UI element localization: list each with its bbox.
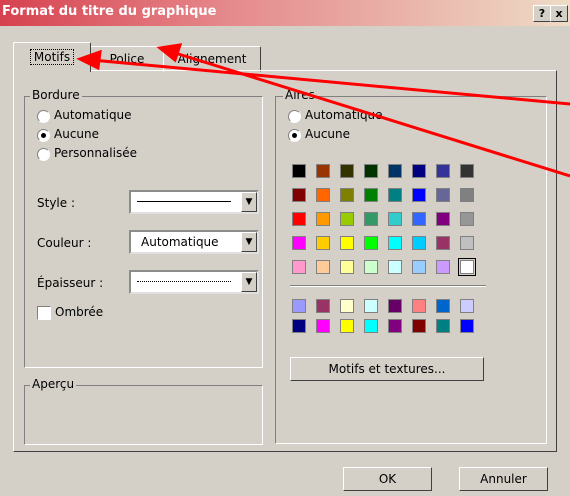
line-style-preview xyxy=(137,201,231,202)
color-swatch[interactable] xyxy=(292,260,306,274)
color-swatch[interactable] xyxy=(292,188,306,202)
radio-bordure-personnalisee[interactable] xyxy=(37,148,50,161)
radio-bordure-automatique-label: Automatique xyxy=(54,108,132,122)
color-swatch[interactable] xyxy=(436,212,450,226)
color-swatch[interactable] xyxy=(316,212,330,226)
color-swatch[interactable] xyxy=(388,212,402,226)
color-swatch[interactable] xyxy=(460,188,474,202)
ok-button[interactable]: OK xyxy=(343,467,432,491)
color-swatch[interactable] xyxy=(436,319,450,333)
color-swatch[interactable] xyxy=(388,260,402,274)
color-swatch[interactable] xyxy=(292,164,306,178)
color-swatch[interactable] xyxy=(364,188,378,202)
tab-motifs-label: Motifs xyxy=(29,49,75,65)
tab-alignement-label: Alignement xyxy=(177,52,247,66)
radio-aires-automatique-label: Automatique xyxy=(305,108,383,122)
color-swatch[interactable] xyxy=(340,164,354,178)
color-swatch[interactable] xyxy=(388,164,402,178)
close-button[interactable]: x xyxy=(550,5,568,22)
color-swatch[interactable] xyxy=(364,299,378,313)
thickness-preview xyxy=(137,281,231,282)
color-swatch[interactable] xyxy=(316,164,330,178)
color-swatch[interactable] xyxy=(412,212,426,226)
color-swatch[interactable] xyxy=(364,164,378,178)
epaisseur-dropdown-arrow-icon[interactable]: ▼ xyxy=(241,272,257,292)
color-swatch[interactable] xyxy=(316,260,330,274)
color-swatch[interactable] xyxy=(316,188,330,202)
apercu-group xyxy=(24,385,263,445)
color-swatch[interactable] xyxy=(340,236,354,250)
style-select[interactable]: ▼ xyxy=(129,190,259,214)
color-swatch[interactable] xyxy=(436,260,450,274)
radio-aires-aucune[interactable] xyxy=(288,129,301,142)
ombree-label: Ombrée xyxy=(55,305,104,319)
color-swatch[interactable] xyxy=(316,319,330,333)
color-swatch[interactable] xyxy=(412,188,426,202)
color-swatch[interactable] xyxy=(460,299,474,313)
radio-bordure-aucune[interactable] xyxy=(37,129,50,142)
tab-motifs[interactable]: Motifs xyxy=(13,42,91,72)
color-swatch[interactable] xyxy=(460,236,474,250)
color-swatch[interactable] xyxy=(316,236,330,250)
color-swatch[interactable] xyxy=(436,236,450,250)
color-swatch[interactable] xyxy=(388,319,402,333)
couleur-dropdown-arrow-icon[interactable]: ▼ xyxy=(241,232,257,252)
aires-legend: Aires xyxy=(283,88,317,102)
color-swatch[interactable] xyxy=(460,319,474,333)
color-swatch[interactable] xyxy=(292,212,306,226)
color-swatch[interactable] xyxy=(292,319,306,333)
couleur-label: Couleur : xyxy=(37,236,92,250)
radio-bordure-personnalisee-label: Personnalisée xyxy=(54,146,137,160)
color-swatch[interactable] xyxy=(364,236,378,250)
color-swatch[interactable] xyxy=(458,258,476,276)
apercu-legend: Aperçu xyxy=(30,377,77,391)
chart-color-palette xyxy=(290,297,486,337)
color-swatch[interactable] xyxy=(340,188,354,202)
color-swatch[interactable] xyxy=(460,164,474,178)
color-swatch[interactable] xyxy=(412,164,426,178)
color-swatch[interactable] xyxy=(292,236,306,250)
color-swatch[interactable] xyxy=(436,188,450,202)
color-swatch[interactable] xyxy=(364,319,378,333)
color-swatch[interactable] xyxy=(340,299,354,313)
color-swatch[interactable] xyxy=(292,299,306,313)
color-swatch[interactable] xyxy=(364,212,378,226)
cancel-button[interactable]: Annuler xyxy=(459,467,548,491)
tab-police-label: Police xyxy=(109,52,145,66)
color-swatch[interactable] xyxy=(460,212,474,226)
ombree-checkbox[interactable] xyxy=(37,306,51,320)
title-bar[interactable]: Format du titre du graphique ? x xyxy=(0,0,570,26)
color-swatch[interactable] xyxy=(340,319,354,333)
help-button[interactable]: ? xyxy=(533,5,551,22)
radio-bordure-aucune-label: Aucune xyxy=(54,127,100,141)
radio-bordure-automatique[interactable] xyxy=(37,110,50,123)
motifs-textures-button[interactable]: Motifs et textures... xyxy=(290,357,484,381)
epaisseur-label: Épaisseur : xyxy=(37,276,104,290)
epaisseur-select[interactable]: ▼ xyxy=(129,270,259,294)
couleur-value: Automatique xyxy=(141,235,219,249)
color-swatch[interactable] xyxy=(436,299,450,313)
radio-aires-automatique[interactable] xyxy=(288,110,301,123)
color-swatch[interactable] xyxy=(316,299,330,313)
couleur-select[interactable]: Automatique ▼ xyxy=(129,230,259,254)
color-swatch[interactable] xyxy=(388,236,402,250)
tab-police[interactable]: Police xyxy=(90,46,164,72)
color-swatch[interactable] xyxy=(412,260,426,274)
tab-alignement[interactable]: Alignement xyxy=(163,46,261,72)
radio-aires-aucune-label: Aucune xyxy=(305,127,351,141)
color-swatch[interactable] xyxy=(340,212,354,226)
color-palette xyxy=(290,162,486,282)
style-label: Style : xyxy=(37,196,75,210)
color-swatch[interactable] xyxy=(388,299,402,313)
color-swatch[interactable] xyxy=(340,260,354,274)
color-swatch[interactable] xyxy=(412,299,426,313)
bordure-legend: Bordure xyxy=(30,88,82,102)
color-swatch[interactable] xyxy=(364,260,378,274)
style-dropdown-arrow-icon[interactable]: ▼ xyxy=(241,192,257,212)
color-swatch[interactable] xyxy=(436,164,450,178)
color-swatch[interactable] xyxy=(388,188,402,202)
color-swatch[interactable] xyxy=(412,236,426,250)
color-swatch[interactable] xyxy=(412,319,426,333)
window-title: Format du titre du graphique xyxy=(2,4,217,19)
